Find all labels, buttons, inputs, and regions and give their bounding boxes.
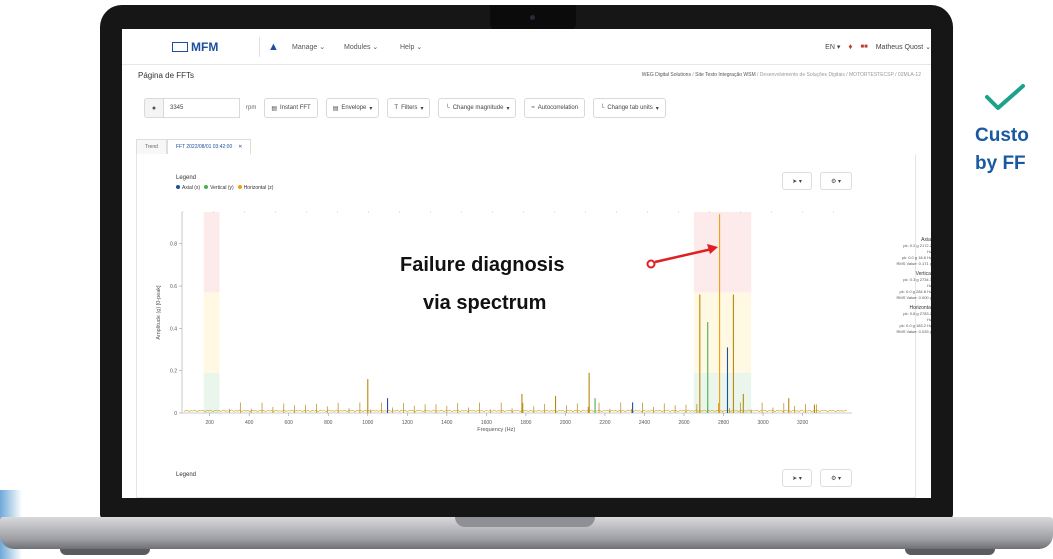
cursor-icon: ➤ (792, 475, 798, 482)
x-tick-label: 2600 (678, 420, 689, 426)
severity-band (693, 212, 752, 293)
checkmark-icon (985, 84, 1025, 110)
y-tick-label: 0.8 (170, 242, 177, 248)
laptop-foot (905, 549, 995, 555)
x-tick-label: 200 (205, 420, 214, 426)
promo-line-2: by FF (975, 153, 1026, 174)
x-tick-label: 1400 (441, 420, 452, 426)
x-axis-label: Frequency (Hz) (477, 427, 515, 433)
peak-info-panel: Axial pk: 0.2 g 2172.2 Hz pk: 0.0 g 18.6 Hz… (844, 237, 931, 339)
y-tick-label: 0.2 (170, 369, 177, 375)
slide: MFM ▲ Manage ⌄ Modules ⌄ Help ⌄ EN ▾ ♦ ■… (0, 0, 1053, 559)
x-tick-label: 600 (285, 420, 294, 426)
x-tick-label: 800 (324, 420, 333, 426)
x-tick-label: 2000 (560, 420, 571, 426)
camera-icon (530, 15, 535, 20)
severity-band (693, 372, 752, 413)
cursor-tool-button-2[interactable]: ➤ ▾ (782, 469, 812, 487)
x-tick-label: 1600 (481, 420, 492, 426)
annotation-line-1: Failure diagnosis (400, 254, 565, 276)
x-tick-label: 2400 (639, 420, 650, 426)
severity-band (693, 292, 752, 373)
gear-icon: ⚙ (830, 475, 837, 482)
x-tick-label: 2800 (718, 420, 729, 426)
x-tick-label: 2200 (599, 420, 610, 426)
x-tick-label: 400 (245, 420, 254, 426)
severity-band (203, 292, 220, 373)
y-tick-label: 0 (174, 411, 177, 417)
y-tick-label: 0.6 (170, 284, 177, 290)
x-tick-label: 3000 (757, 420, 768, 426)
x-tick-label: 3200 (797, 420, 808, 426)
laptop-base-notch (455, 517, 595, 527)
promo-text: Custo by FF (975, 122, 1029, 178)
severity-band (203, 212, 220, 293)
severity-band (203, 372, 220, 413)
promo-line-1: Custo (975, 125, 1029, 146)
y-tick-label: 0.4 (170, 326, 177, 332)
x-tick-label: 1200 (402, 420, 413, 426)
y-axis-label: Amplitude (g) [0-peak] (156, 285, 162, 340)
camera-notch (490, 5, 576, 31)
x-tick-label: 1800 (520, 420, 531, 426)
x-tick-label: 1000 (362, 420, 373, 426)
laptop-foot (60, 549, 150, 555)
legend-title-2: Legend (176, 472, 197, 478)
chart-settings-button-2[interactable]: ⚙ ▾ (820, 469, 852, 487)
annotation-line-2: via spectrum (423, 292, 547, 314)
